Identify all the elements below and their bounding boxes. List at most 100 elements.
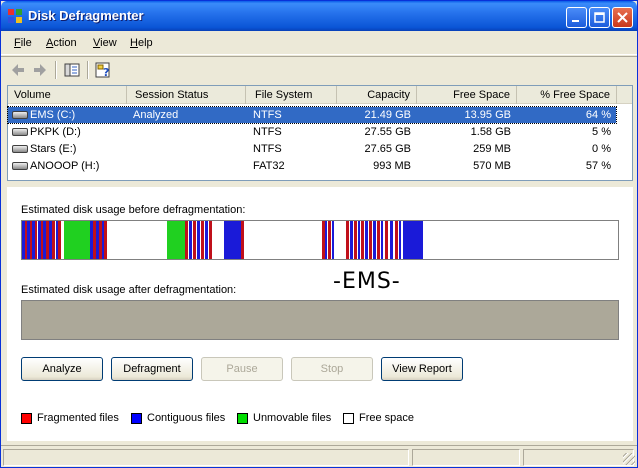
drive-icon	[12, 145, 28, 153]
volume-row[interactable]: Stars (E:) NTFS 27.65 GB 259 MB 0 %	[8, 141, 616, 157]
contiguous-segment	[399, 221, 401, 259]
fragmented-segment	[354, 221, 357, 259]
menu-file[interactable]: File	[14, 37, 32, 49]
drive-icon	[12, 162, 28, 170]
percent-free-space: 5 %	[592, 126, 611, 138]
window-title: Disk Defragmenter	[28, 8, 144, 23]
drive-icon	[12, 111, 28, 119]
capacity: 993 MB	[373, 160, 411, 172]
svg-text:?: ?	[103, 66, 109, 79]
column-free-space[interactable]: Free Space	[417, 86, 517, 104]
view-report-button[interactable]: View Report	[381, 357, 463, 381]
disk-usage-after-bar	[21, 300, 619, 340]
session-status: Analyzed	[133, 109, 179, 121]
contiguous-segment	[365, 221, 368, 259]
minimize-button[interactable]	[566, 7, 587, 28]
forward-arrow-icon[interactable]	[31, 61, 49, 79]
fragmented-segment	[361, 221, 364, 259]
before-defrag-label: Estimated disk usage before defragmentat…	[21, 204, 246, 216]
disk-usage-before-bar	[21, 220, 619, 260]
menu-bar: File Action View Help	[1, 31, 637, 55]
contiguous-segment	[332, 221, 334, 259]
volume-row[interactable]: ANOOOP (H:) FAT32 993 MB 570 MB 57 %	[8, 158, 616, 174]
fragmented-segment	[395, 221, 398, 259]
file-system: NTFS	[253, 109, 282, 121]
status-bar	[1, 445, 637, 467]
maximize-button[interactable]	[589, 7, 610, 28]
menu-action[interactable]: Action	[46, 37, 77, 49]
fragmented-segment	[35, 221, 37, 259]
help-icon[interactable]: ?	[94, 61, 112, 79]
fragmented-segment	[346, 221, 349, 259]
capacity: 27.65 GB	[364, 143, 411, 155]
defrag-app-icon	[8, 9, 22, 23]
drive-icon	[12, 128, 28, 136]
column-volume[interactable]: Volume	[8, 86, 127, 104]
menu-help[interactable]: Help	[130, 37, 153, 49]
volume-row[interactable]: EMS (C:) Analyzed NTFS 21.49 GB 13.95 GB 64 %	[7, 106, 617, 124]
title-bar[interactable]: Disk Defragmenter	[1, 1, 637, 31]
free-space: 1.58 GB	[470, 126, 511, 138]
column-capacity[interactable]: Capacity	[337, 86, 417, 104]
close-button[interactable]	[612, 7, 633, 28]
fragmented-segment	[369, 221, 372, 259]
contiguous-segment	[403, 221, 423, 259]
fragmented-segment	[58, 221, 61, 259]
fragmented-segment	[193, 221, 196, 259]
column-percent-free-space[interactable]: % Free Space	[517, 86, 617, 104]
column-file-system[interactable]: File System	[246, 86, 337, 104]
fragmented-segment	[377, 221, 380, 259]
minimize-icon	[572, 20, 579, 22]
defragment-button[interactable]: Defragment	[111, 357, 193, 381]
toolbar: ?	[1, 56, 637, 82]
fragmented-segment	[104, 221, 107, 259]
show-hide-console-tree-icon[interactable]	[63, 61, 81, 79]
percent-free-space: 57 %	[585, 160, 611, 172]
analyze-button[interactable]: Analyze	[21, 357, 103, 381]
toolbar-separator	[55, 61, 57, 79]
contiguous-segment	[373, 221, 376, 259]
back-arrow-icon[interactable]	[9, 61, 27, 79]
volume-name: ANOOOP (H:)	[30, 160, 100, 172]
maximize-icon	[594, 12, 605, 23]
file-system: NTFS	[253, 126, 282, 138]
file-system: FAT32	[253, 160, 285, 172]
after-defrag-label: Estimated disk usage after defragmentati…	[21, 284, 237, 296]
contiguous-swatch	[131, 413, 142, 424]
volume-row[interactable]: PKPK (D:) NTFS 27.55 GB 1.58 GB 5 %	[8, 124, 616, 140]
fragmented-segment	[201, 221, 204, 259]
contiguous-segment	[189, 221, 192, 259]
free-space-swatch	[343, 413, 354, 424]
file-system: NTFS	[253, 143, 282, 155]
free-space: 570 MB	[473, 160, 511, 172]
fragmented-segment	[385, 221, 388, 259]
menu-view[interactable]: View	[93, 37, 117, 49]
toolbar-separator	[87, 61, 89, 79]
status-panel-main	[3, 449, 409, 466]
resize-grip[interactable]	[623, 453, 635, 465]
watermark-text: -EMS-	[333, 269, 401, 294]
fragmented-segment	[328, 221, 331, 259]
volume-list[interactable]: Volume Session Status File System Capaci…	[7, 85, 633, 181]
percent-free-space: 0 %	[592, 143, 611, 155]
fragmented-swatch	[21, 413, 32, 424]
fragmented-segment	[52, 221, 55, 259]
volume-name: EMS (C:)	[30, 109, 76, 121]
status-panel-2	[412, 449, 520, 466]
stop-button[interactable]: Stop	[291, 357, 373, 381]
unmovable-segment	[167, 221, 185, 259]
unmovable-segment	[64, 221, 90, 259]
pause-button[interactable]: Pause	[201, 357, 283, 381]
fragmented-segment	[209, 221, 212, 259]
column-session-status[interactable]: Session Status	[127, 86, 246, 104]
contiguous-segment	[358, 221, 360, 259]
volume-name: PKPK (D:)	[30, 126, 81, 138]
contiguous-segment	[325, 221, 327, 259]
percent-free-space: 64 %	[585, 109, 611, 121]
capacity: 21.49 GB	[364, 109, 411, 121]
free-space: 13.95 GB	[464, 109, 511, 121]
free-space: 259 MB	[473, 143, 511, 155]
contiguous-segment	[197, 221, 200, 259]
contiguous-segment	[350, 221, 353, 259]
analysis-pane: Estimated disk usage before defragmentat…	[7, 187, 633, 441]
